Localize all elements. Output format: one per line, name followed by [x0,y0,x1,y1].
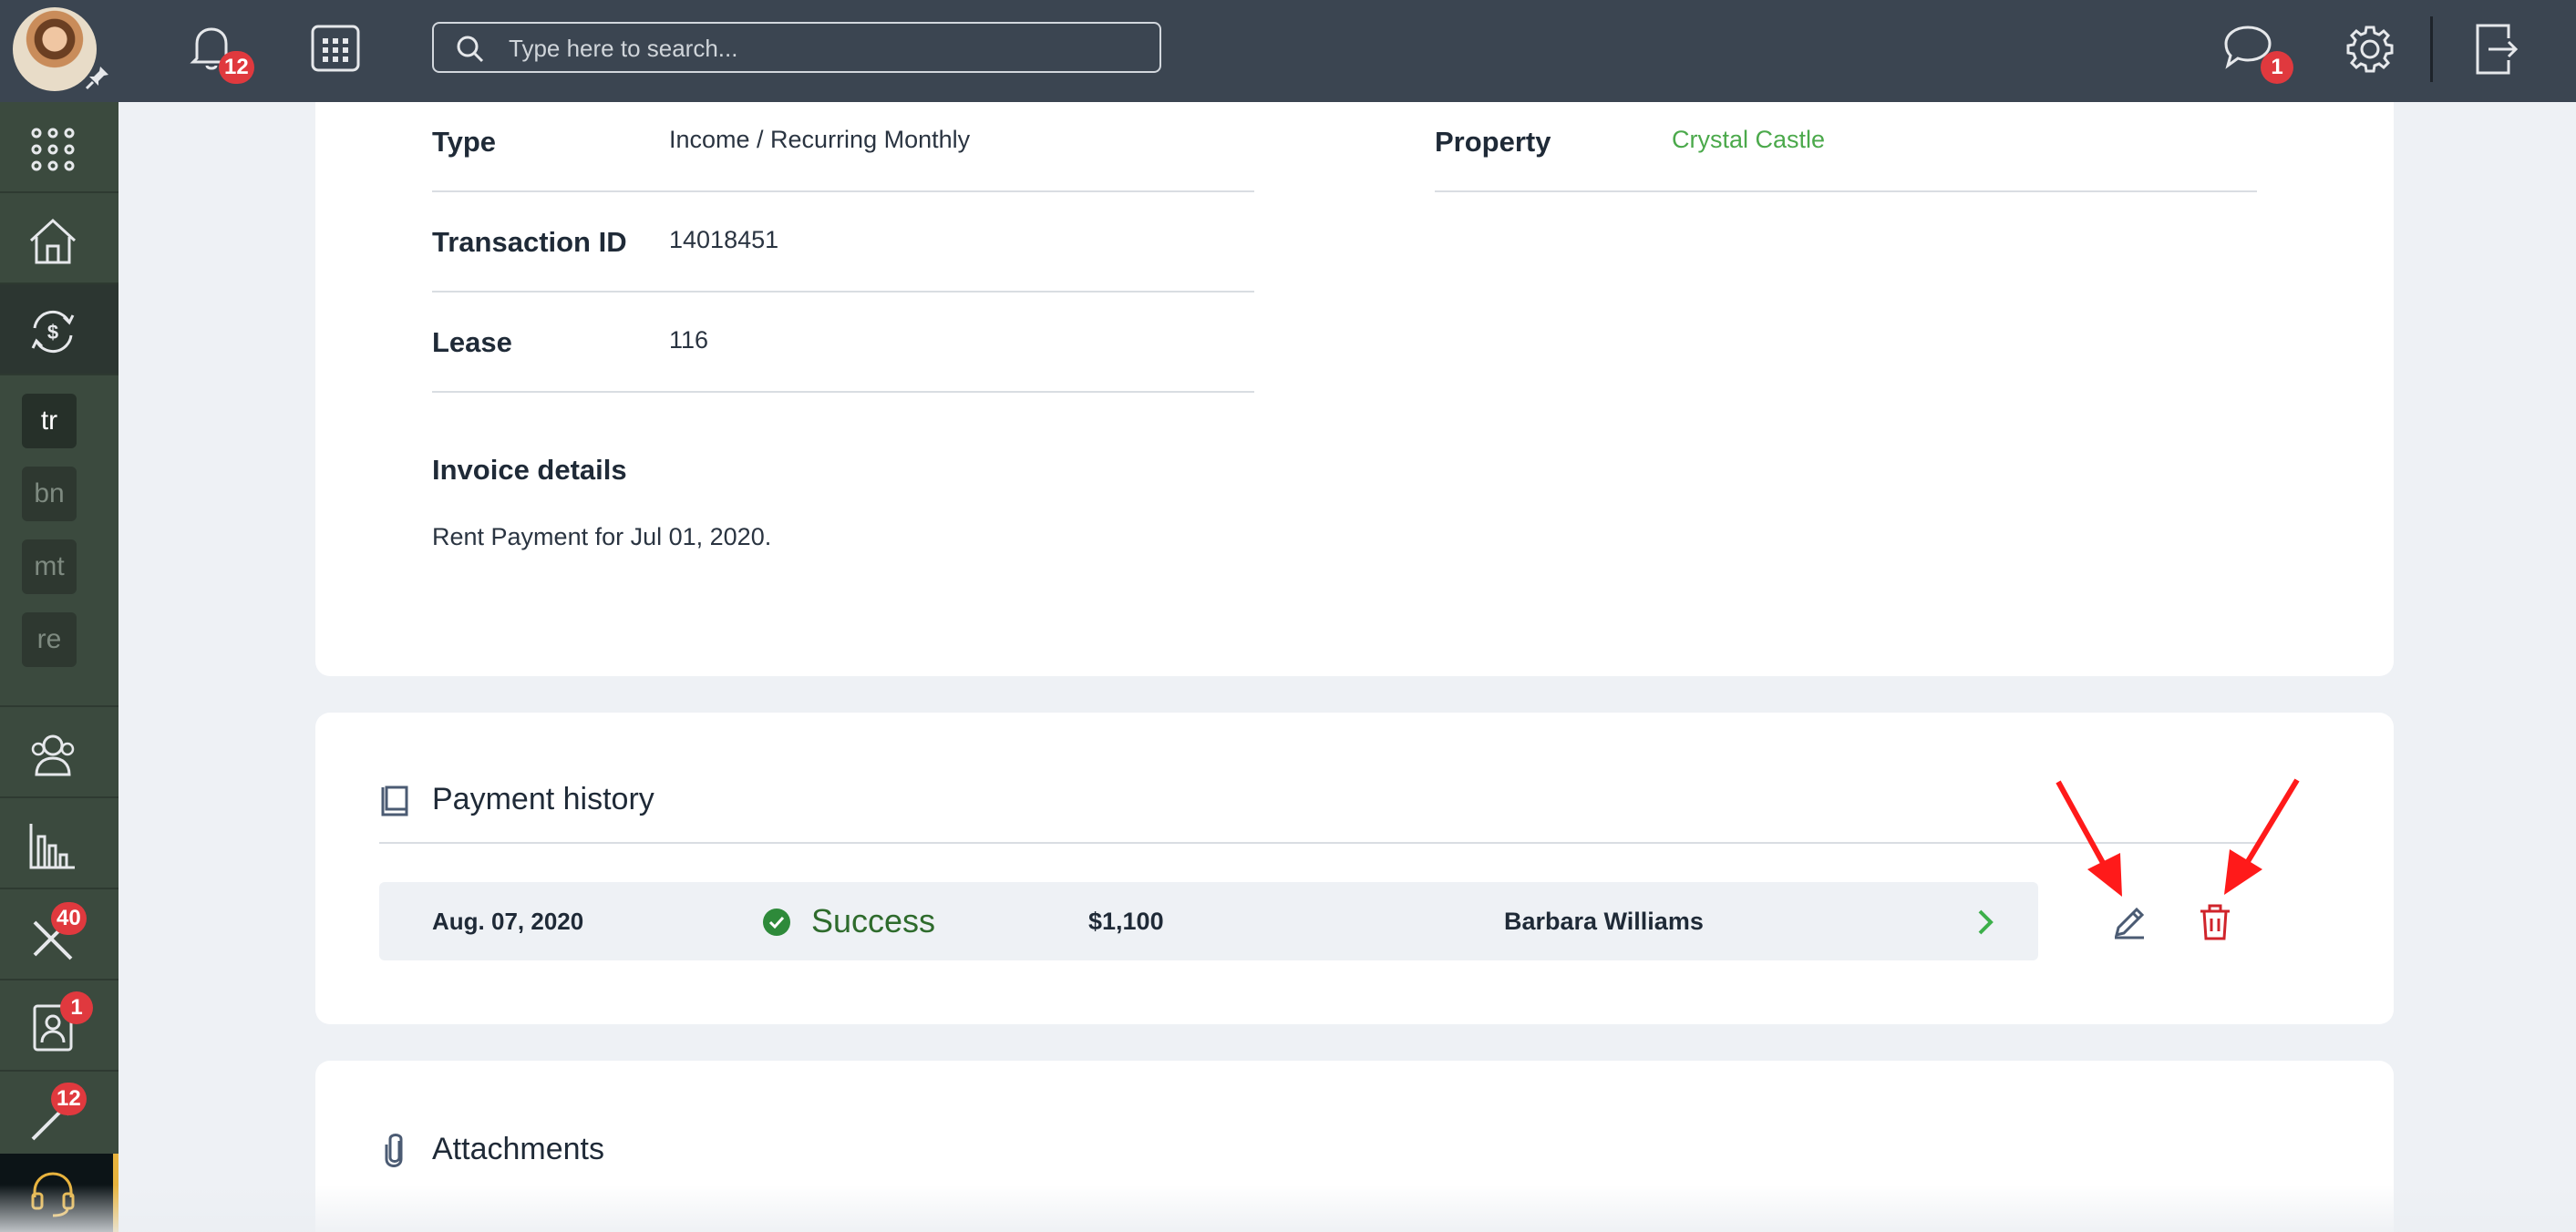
payment-row[interactable]: Aug. 07, 2020 Success $1,100 Barbara Wil… [379,882,2038,960]
logout-button[interactable] [2472,22,2519,81]
book-icon [381,785,408,816]
search-icon [457,36,484,63]
property-link[interactable]: Crystal Castle [1672,126,1825,154]
lease-value: 116 [669,326,709,354]
top-bar: 12 1 [0,0,2576,102]
annotation-arrow-icon [2056,780,2122,897]
settings-button[interactable] [2344,24,2396,79]
sidebar-item-properties[interactable] [0,193,118,284]
payment-date: Aug. 07, 2020 [432,908,584,935]
divider [1435,190,2257,192]
attachments-title: Attachments [432,1132,604,1166]
sidebar-chip-tr[interactable]: tr [22,394,77,448]
calendar-icon [311,25,360,72]
chevron-right-icon[interactable] [1974,908,1996,937]
type-label: Type [432,126,497,158]
transaction-id-label: Transaction ID [432,226,627,258]
edit-pencil-icon[interactable] [2111,904,2148,940]
transaction-details-card [315,102,2394,676]
logout-icon [2476,24,2519,75]
paperclip-icon [385,1134,403,1167]
divider [432,190,1254,192]
tools-badge: 12 [51,1083,87,1115]
sidebar-chip-re[interactable]: re [22,612,77,667]
grid-icon [31,128,75,171]
sidebar-item-contacts[interactable] [0,707,118,798]
divider [432,291,1254,293]
type-value: Income / Recurring Monthly [669,126,971,153]
maintenance-badge: 40 [51,902,87,935]
payment-payer: Barbara Williams [1504,908,1704,935]
people-icon [31,734,75,776]
messages-button[interactable]: 1 [2222,24,2293,84]
lease-label: Lease [432,326,512,358]
bottom-fade [0,1185,2576,1232]
search-input[interactable] [507,31,1149,66]
transaction-id-value: 14018451 [669,226,779,253]
calendar-button[interactable] [310,24,361,77]
invoice-details-value: Rent Payment for Jul 01, 2020. [432,523,772,550]
search-box[interactable] [432,22,1161,73]
sidebar-quick-chips: tr bn mt re [0,375,118,707]
messages-badge: 1 [2261,51,2293,84]
divider [379,842,2259,844]
property-label: Property [1435,126,1551,158]
sidebar-item-tenants[interactable]: 1 [0,980,118,1072]
house-icon [29,218,77,264]
annotation-arrow-icon [2224,778,2300,895]
invoice-details-label: Invoice details [432,454,627,486]
notifications-button[interactable]: 12 [188,22,254,84]
gear-icon [2346,26,2394,73]
divider [432,391,1254,393]
sidebar-chip-mt[interactable]: mt [22,539,77,594]
tenants-badge: 1 [60,991,93,1024]
sidebar: $ tr bn mt re 40 1 12 [0,102,118,1232]
sidebar-item-tools[interactable]: 12 [0,1072,118,1163]
payment-status: Success [811,902,936,939]
svg-text:$: $ [47,321,58,344]
check-circle-icon [763,909,790,936]
payment-history-title: Payment history [432,782,654,816]
sidebar-item-apps[interactable] [0,102,118,193]
payment-amount: $1,100 [1088,908,1164,935]
bar-chart-icon [29,824,75,869]
sidebar-chip-bn[interactable]: bn [22,467,77,521]
delete-trash-icon[interactable] [2197,902,2233,940]
sidebar-item-maintenance[interactable]: 40 [0,889,118,980]
topbar-divider [2430,16,2433,82]
money-cycle-icon: $ [31,310,75,354]
sidebar-item-reports[interactable] [0,798,118,889]
sidebar-item-transactions[interactable]: $ [0,284,118,375]
pin-icon[interactable] [84,64,111,91]
notifications-badge: 12 [219,51,254,84]
